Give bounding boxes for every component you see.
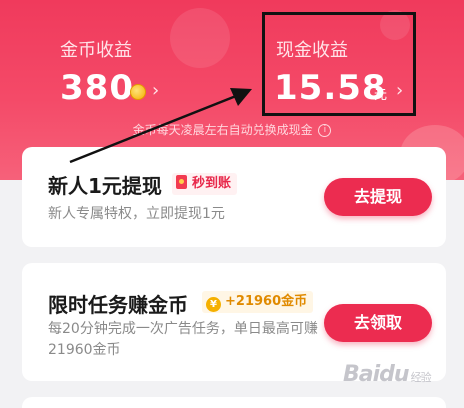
annotation-highlight-box	[262, 12, 416, 116]
task-card-withdraw: 新人1元提现 秒到账 新人专属特权，立即提现1元 去提现	[22, 147, 446, 247]
red-packet-icon	[176, 175, 187, 189]
task-description: 每20分钟完成一次广告任务，单日最高可赚21960金币	[48, 321, 318, 358]
task-title: 新人1元提现	[48, 174, 162, 198]
coin-earnings-value[interactable]: 380	[60, 68, 134, 108]
watermark-logo-text: Baidu	[343, 362, 410, 387]
task-title: 限时任务赚金币	[48, 293, 188, 317]
decor-bubble	[170, 8, 230, 68]
task-card-partial	[22, 397, 446, 408]
coin-earnings-label: 金币收益	[60, 40, 132, 61]
exchange-notice-text: 金币每天凌晨左右自动兑换成现金	[132, 123, 313, 137]
yen-coin-icon: ¥	[206, 297, 221, 312]
watermark-sub: 经验	[410, 371, 432, 384]
exchange-notice: 金币每天凌晨左右自动兑换成现金 i	[0, 121, 464, 138]
badge-text: +21960金币	[225, 294, 308, 309]
claim-button[interactable]: 去领取	[324, 304, 432, 342]
info-icon[interactable]: i	[318, 124, 332, 137]
instant-badge: 秒到账	[172, 173, 238, 195]
coin-icon	[130, 84, 146, 100]
coin-reward-badge: ¥ +21960金币	[202, 291, 314, 313]
task-description: 新人专属特权，立即提现1元	[48, 206, 225, 222]
watermark-logo: Baidu 经验	[343, 362, 432, 387]
badge-text: 秒到账	[192, 176, 232, 191]
withdraw-button[interactable]: 去提现	[324, 178, 432, 216]
chevron-right-icon[interactable]: ›	[152, 80, 159, 101]
